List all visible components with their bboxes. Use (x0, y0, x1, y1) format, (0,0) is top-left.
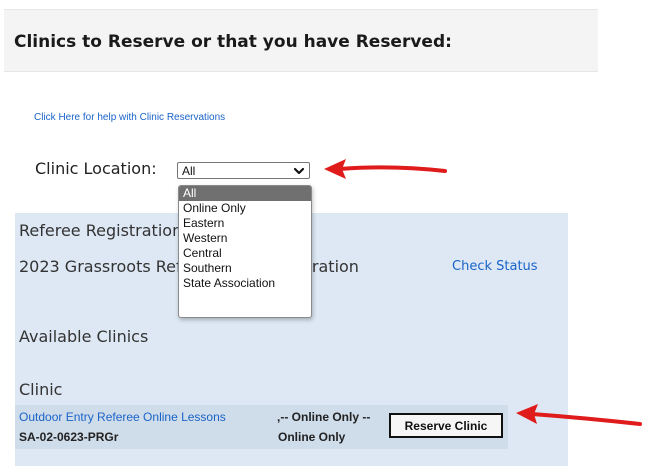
reserve-clinic-button[interactable]: Reserve Clinic (389, 413, 503, 438)
registration-title: Referee Registration (19, 221, 183, 240)
clinic-name-link[interactable]: Outdoor Entry Referee Online Lessons (19, 410, 226, 424)
dropdown-option-southern[interactable]: Southern (179, 261, 311, 276)
dropdown-option-online-only[interactable]: Online Only (179, 201, 311, 216)
check-status-link[interactable]: Check Status (452, 259, 538, 274)
clinic-location-select[interactable]: All (177, 162, 310, 179)
red-arrow-annotation-top (324, 159, 447, 179)
clinic-location-line2: Online Only (278, 430, 346, 444)
clinic-location-selected-value: All (182, 164, 196, 178)
dropdown-option-state-association[interactable]: State Association (179, 276, 311, 291)
clinic-location-label: Clinic Location: (35, 159, 157, 178)
dropdown-option-eastern[interactable]: Eastern (179, 216, 311, 231)
clinic-code: SA-02-0623-PRGr (19, 430, 119, 444)
dropdown-option-western[interactable]: Western (179, 231, 311, 246)
clinic-column-header: Clinic (19, 380, 63, 399)
page-header: Clinics to Reserve or that you have Rese… (4, 9, 598, 72)
chevron-down-icon (293, 167, 305, 175)
available-clinics-heading: Available Clinics (19, 327, 149, 346)
page-title: Clinics to Reserve or that you have Rese… (14, 32, 452, 52)
red-arrow-annotation-bottom (516, 404, 642, 426)
clinic-location-line1: ,-- Online Only -- (277, 410, 371, 424)
dropdown-option-all[interactable]: All (179, 186, 311, 201)
help-link[interactable]: Click Here for help with Clinic Reservat… (34, 112, 225, 123)
clinic-location-dropdown-list: All Online Only Eastern Western Central … (178, 185, 312, 318)
dropdown-option-central[interactable]: Central (179, 246, 311, 261)
